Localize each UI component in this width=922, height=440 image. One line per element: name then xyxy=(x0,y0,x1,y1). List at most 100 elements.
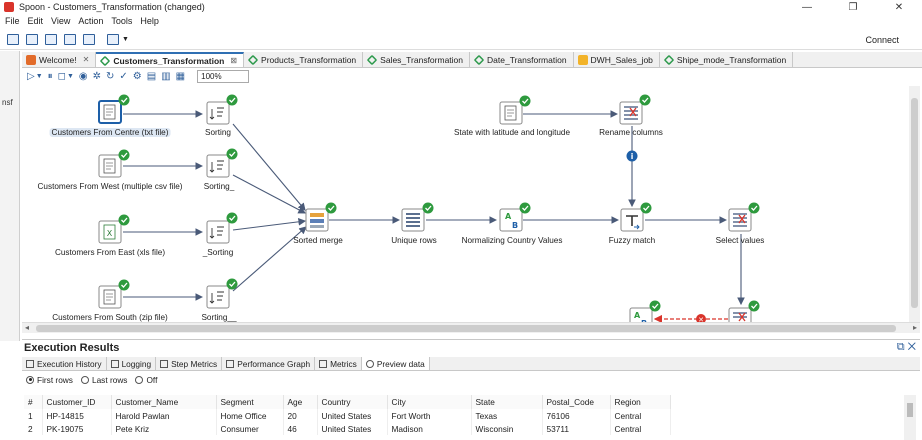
column-header[interactable]: Postal_Code xyxy=(542,395,611,409)
step-label-sorting[interactable]: Sorting xyxy=(205,128,231,137)
radio-last-rows[interactable]: Last rows xyxy=(80,374,128,385)
impact-icon[interactable]: ⚙ xyxy=(133,71,142,82)
layers-icon[interactable] xyxy=(107,34,119,45)
scroll-thumb[interactable] xyxy=(911,98,918,308)
tab-metrics[interactable]: Metrics xyxy=(315,357,362,370)
connect-button[interactable]: Connect xyxy=(865,35,899,45)
step-label-sorting-2[interactable]: Sorting_ xyxy=(204,182,235,191)
verify-icon[interactable]: ✓ xyxy=(119,71,127,82)
sql-icon[interactable]: ▤ xyxy=(147,71,156,82)
canvas-vertical-scrollbar[interactable] xyxy=(909,86,920,322)
column-header[interactable]: Customer_ID xyxy=(42,395,112,409)
pause-icon[interactable]: ⏸ xyxy=(48,71,53,82)
explore-db-icon[interactable]: ▥ xyxy=(161,71,170,82)
table-row[interactable]: 1 HP-14815 Harold Pawlan Home Office 20 … xyxy=(24,409,671,422)
tab-label: Date_Transformation xyxy=(487,54,567,65)
step-label-sorted-merge[interactable]: Sorted merge xyxy=(293,236,343,245)
stop-icon[interactable]: ◻ xyxy=(58,71,66,82)
open-file-icon[interactable] xyxy=(26,34,38,45)
hop xyxy=(232,123,306,211)
menu-view[interactable]: View xyxy=(51,16,70,26)
step-label-sorting-3[interactable]: _Sorting xyxy=(203,248,234,257)
tab-preview-data[interactable]: Preview data xyxy=(361,357,430,370)
step-label-rename-columns[interactable]: Rename columns xyxy=(599,128,663,137)
scroll-thumb[interactable] xyxy=(907,403,913,417)
column-header[interactable]: Age xyxy=(283,395,318,409)
radio-label: Off xyxy=(146,374,158,385)
canvas-horizontal-scrollbar[interactable]: ◂ ▸ xyxy=(22,322,920,333)
column-header[interactable]: Region xyxy=(610,395,671,409)
close-icon[interactable]: ✕ xyxy=(83,55,90,64)
column-header[interactable]: Country xyxy=(317,395,388,409)
step-label-select-values[interactable]: Select values xyxy=(716,236,765,245)
scroll-right-icon[interactable]: ▸ xyxy=(913,323,917,332)
step-label-customers-east[interactable]: Customers From East (xls file) xyxy=(55,248,165,257)
step-label-unique-rows[interactable]: Unique rows xyxy=(391,236,437,245)
left-panel-strip[interactable]: nsf xyxy=(0,51,20,341)
tab-dwh-sales-job[interactable]: DWH_Sales_job xyxy=(574,52,660,67)
table-row[interactable]: 2 PK-19075 Pete Kriz Consumer 46 United … xyxy=(24,422,671,435)
close-icon[interactable]: ✕ xyxy=(876,0,922,14)
column-header[interactable]: Customer_Name xyxy=(111,395,217,409)
maximize-panel-icon[interactable]: ⧉ xyxy=(897,341,905,353)
step-label-customers-west[interactable]: Customers From West (multiple csv file) xyxy=(38,182,183,191)
menu-edit[interactable]: Edit xyxy=(28,16,44,26)
step-label-normalizing[interactable]: Normalizing Country Values xyxy=(462,236,563,245)
column-header[interactable]: State xyxy=(471,395,543,409)
step-label-sorting-4[interactable]: Sorting__ xyxy=(201,313,236,322)
hop xyxy=(232,174,306,214)
tab-execution-history[interactable]: Execution History xyxy=(22,357,107,370)
close-icon[interactable]: ⊠ xyxy=(230,56,237,65)
tab-sales-transformation[interactable]: Sales_Transformation xyxy=(363,52,471,67)
document-tabs: Welcome! ✕ Customers_Transformation ⊠ Pr… xyxy=(22,52,922,68)
tab-welcome[interactable]: Welcome! ✕ xyxy=(22,52,97,67)
welcome-icon xyxy=(26,54,36,65)
save-as-icon[interactable] xyxy=(83,34,95,45)
step-label-state-latlong[interactable]: State with latitude and longitude xyxy=(454,128,570,137)
preview-icon[interactable]: ◉ xyxy=(79,71,88,82)
run-icon[interactable]: ▷ xyxy=(27,71,35,82)
tab-performance-graph[interactable]: Performance Graph xyxy=(222,357,316,370)
column-header[interactable]: Segment xyxy=(216,395,284,409)
table-vertical-scrollbar[interactable] xyxy=(904,395,916,440)
layers-dropdown-icon[interactable]: ▼ xyxy=(122,36,129,43)
menu-file[interactable]: File xyxy=(5,16,20,26)
radio-off[interactable]: Off xyxy=(135,375,157,385)
menu-help[interactable]: Help xyxy=(140,16,159,26)
panel-controls: ⧉ ✕ xyxy=(897,341,916,354)
replay-icon[interactable]: ↻ xyxy=(106,71,114,82)
new-file-icon[interactable] xyxy=(7,34,19,45)
tab-logging[interactable]: Logging xyxy=(107,357,157,370)
stop-dropdown-icon[interactable]: ▼ xyxy=(67,73,74,80)
tab-date-transformation[interactable]: Date_Transformation xyxy=(470,52,574,67)
menu-tools[interactable]: Tools xyxy=(111,16,132,26)
radio-dot[interactable] xyxy=(80,375,89,384)
grid-icon[interactable]: ▦ xyxy=(176,71,185,82)
radio-label: Last rows xyxy=(91,374,128,385)
radio-dot[interactable] xyxy=(135,375,144,384)
step-label-customers-south[interactable]: Customers From South (zip file) xyxy=(52,313,168,322)
maximize-icon[interactable]: ❐ xyxy=(830,0,876,14)
tab-step-metrics[interactable]: Step Metrics xyxy=(156,357,223,370)
radio-dot[interactable] xyxy=(26,375,34,384)
debug-icon[interactable]: ✲ xyxy=(93,71,101,82)
tab-customers-transformation[interactable]: Customers_Transformation ⊠ xyxy=(96,52,245,67)
close-panel-icon[interactable]: ✕ xyxy=(908,341,916,353)
step-label-fuzzy-match[interactable]: Fuzzy match xyxy=(609,236,655,245)
column-header[interactable]: # xyxy=(24,395,43,409)
radio-first-rows[interactable]: First rows xyxy=(26,375,73,385)
menu-action[interactable]: Action xyxy=(78,16,103,26)
save-icon[interactable] xyxy=(64,34,76,45)
run-dropdown-icon[interactable]: ▼ xyxy=(36,73,43,80)
step-label-customers-centre[interactable]: Customers From Centre (txt file) xyxy=(49,128,171,137)
tab-shipe-mode-transformation[interactable]: Shipe_mode_Transformation xyxy=(660,52,794,67)
tab-products-transformation[interactable]: Products_Transformation xyxy=(244,52,364,67)
step-icon-sorting-4 xyxy=(206,278,238,309)
explore-repository-icon[interactable] xyxy=(45,34,57,45)
scroll-thumb[interactable] xyxy=(36,325,896,332)
column-header[interactable]: City xyxy=(387,395,472,409)
zoom-select[interactable]: 100% xyxy=(197,69,250,83)
scroll-left-icon[interactable]: ◂ xyxy=(25,323,29,332)
minimize-icon[interactable]: — xyxy=(784,0,830,14)
transformation-canvas[interactable]: ✕ i X A B A Customers From Centre (txt f… xyxy=(22,86,920,322)
